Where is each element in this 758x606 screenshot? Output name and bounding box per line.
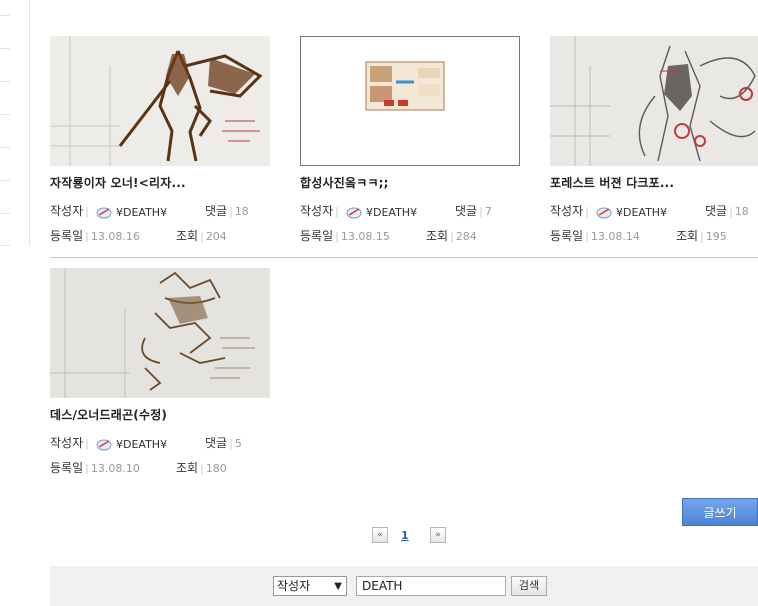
post-thumbnail[interactable] — [300, 36, 520, 166]
author-row: 작성자 | — [50, 204, 89, 218]
write-button[interactable]: 글쓰기 — [682, 498, 758, 526]
comment-count: 댓글 | 18 — [205, 204, 249, 218]
gallery-card[interactable]: 자작룡이자 오너!<리자... 작성자 | ¥DEATH¥ 댓글 | 18 등록일 | 1… — [50, 36, 270, 246]
author[interactable]: ¥DEATH¥ — [346, 205, 417, 219]
author-row: 작성자 | — [50, 436, 89, 450]
search-input[interactable]: DEATH — [356, 576, 506, 596]
search-button[interactable]: 검색 — [511, 576, 547, 596]
view-count: 조회 | 180 — [176, 461, 227, 475]
post-title[interactable]: 합성사진옼ㅋㅋ;; — [300, 174, 389, 191]
post-thumbnail[interactable] — [50, 36, 270, 166]
view-count: 조회 | 284 — [426, 229, 477, 243]
comment-count: 댓글 | 18 — [705, 204, 749, 218]
prev-page-icon[interactable]: « — [372, 527, 388, 543]
avatar-icon — [346, 207, 362, 219]
author[interactable]: ¥DEATH¥ — [96, 437, 167, 451]
author-row: 작성자 | — [550, 204, 589, 218]
avatar-icon — [596, 207, 612, 219]
avatar-icon — [96, 439, 112, 451]
comment-count: 댓글 | 7 — [455, 204, 492, 218]
gallery-card[interactable]: 데스/오너드래곤(수정) 작성자 | ¥DEATH¥ 댓글 | 5 등록일 | 13.08… — [50, 268, 270, 478]
date-row: 등록일 | 13.08.10 — [50, 461, 140, 475]
post-thumbnail[interactable] — [550, 36, 758, 166]
author-row: 작성자 | — [300, 204, 339, 218]
author[interactable]: ¥DEATH¥ — [596, 205, 667, 219]
post-title[interactable]: 포레스트 버젼 다크포... — [550, 174, 674, 191]
view-count: 조회 | 204 — [176, 229, 227, 243]
search-field-select[interactable]: 작성자 ▼ — [273, 576, 347, 596]
gallery-card[interactable]: 합성사진옼ㅋㅋ;; 작성자 | ¥DEATH¥ 댓글 | 7 등록일 | 13.08.15… — [300, 36, 520, 246]
post-thumbnail[interactable] — [50, 268, 270, 398]
comment-count: 댓글 | 5 — [205, 436, 242, 450]
left-sidebar — [0, 0, 30, 246]
date-row: 등록일 | 13.08.15 — [300, 229, 390, 243]
view-count: 조회 | 195 — [676, 229, 727, 243]
post-title[interactable]: 자작룡이자 오너!<리자... — [50, 174, 186, 191]
date-row: 등록일 | 13.08.14 — [550, 229, 640, 243]
chevron-down-icon: ▼ — [334, 581, 342, 592]
row-divider — [50, 257, 758, 258]
author[interactable]: ¥DEATH¥ — [96, 205, 167, 219]
avatar-icon — [96, 207, 112, 219]
next-page-icon[interactable]: » — [430, 527, 446, 543]
post-title[interactable]: 데스/오너드래곤(수정) — [50, 406, 167, 423]
date-row: 등록일 | 13.08.16 — [50, 229, 140, 243]
gallery-card[interactable]: 포레스트 버젼 다크포... 작성자 | ¥DEATH¥ 댓글 | 18 등록일 | 13… — [550, 36, 758, 246]
page-number-current[interactable]: 1 — [401, 529, 409, 542]
